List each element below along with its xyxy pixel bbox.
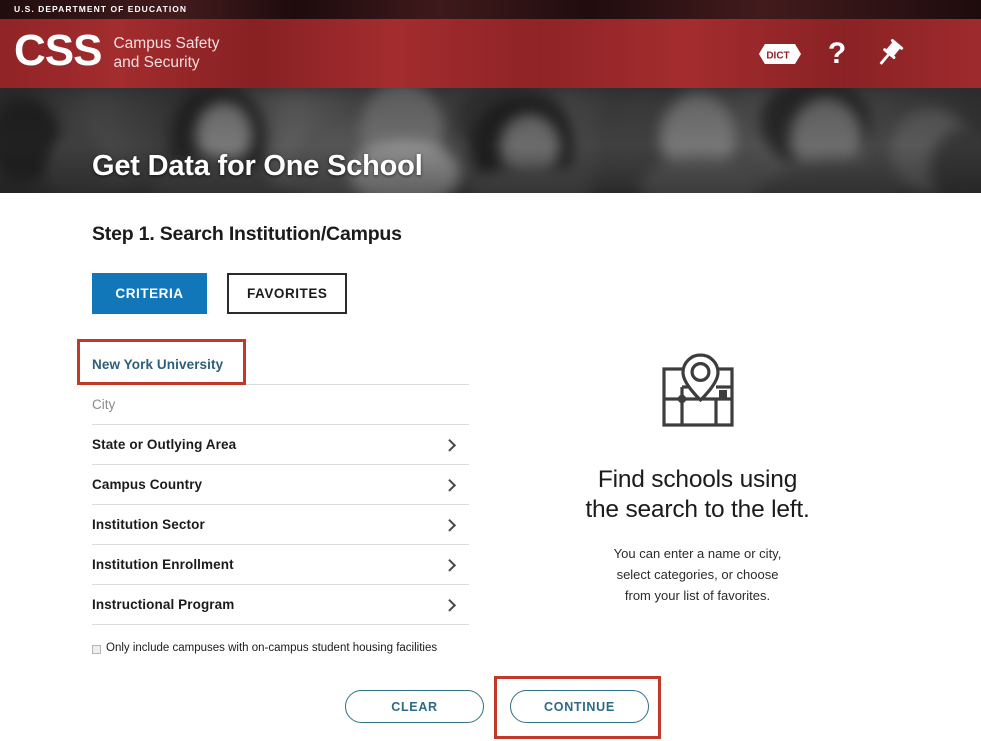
empty-state-panel: Find schools using the search to the lef… <box>530 353 865 606</box>
tab-favorites[interactable]: FAVORITES <box>227 273 347 314</box>
empty-state-subtext-line2: select categories, or choose <box>617 567 779 582</box>
criteria-item-state[interactable]: State or Outlying Area <box>92 425 469 465</box>
search-input-value: New York University <box>92 357 223 372</box>
header-icon-group: DICT ? <box>755 19 963 88</box>
step-heading: Step 1. Search Institution/Campus <box>92 223 402 246</box>
help-icon[interactable]: ? <box>825 39 849 69</box>
criteria-item-label: Campus Country <box>92 477 202 492</box>
chevron-right-icon[interactable] <box>435 465 465 504</box>
brand-tagline: Campus Safety and Security <box>113 34 219 72</box>
city-input-row[interactable]: City <box>92 385 469 425</box>
main-content: Step 1. Search Institution/Campus CRITER… <box>0 193 981 741</box>
menu-icon[interactable] <box>929 43 963 65</box>
site-header: CSS Campus Safety and Security DICT ? <box>0 19 981 88</box>
criteria-item-instructional-program[interactable]: Instructional Program <box>92 585 469 625</box>
brand-tagline-line1: Campus Safety <box>113 35 219 52</box>
empty-state-subtext-line3: from your list of favorites. <box>625 588 770 603</box>
criteria-item-label: State or Outlying Area <box>92 437 236 452</box>
continue-button[interactable]: CONTINUE <box>510 690 649 723</box>
criteria-item-institution-enrollment[interactable]: Institution Enrollment <box>92 545 469 585</box>
brand-tagline-line2: and Security <box>113 54 199 71</box>
chevron-right-icon[interactable] <box>435 505 465 544</box>
agency-label: U.S. DEPARTMENT OF EDUCATION <box>0 0 981 19</box>
hero-banner: Get Data for One School <box>0 88 981 193</box>
empty-state-subtext-line1: You can enter a name or city, <box>614 546 782 561</box>
empty-state-headline-line1: Find schools using <box>598 466 797 493</box>
criteria-item-institution-sector[interactable]: Institution Sector <box>92 505 469 545</box>
map-pin-icon <box>658 353 738 431</box>
criteria-item-label: Institution Enrollment <box>92 557 234 572</box>
search-input-row[interactable]: New York University <box>92 345 469 385</box>
criteria-favorites-tabs: CRITERIA FAVORITES <box>92 273 347 314</box>
empty-state-headline: Find schools using the search to the lef… <box>530 465 865 525</box>
criteria-item-label: Instructional Program <box>92 597 234 612</box>
criteria-item-campus-country[interactable]: Campus Country <box>92 465 469 505</box>
chevron-right-icon[interactable] <box>435 585 465 624</box>
housing-checkbox[interactable] <box>92 645 101 654</box>
brand-acronym: CSS <box>14 28 101 74</box>
housing-checkbox-label: Only include campuses with on-campus stu… <box>106 641 437 656</box>
dict-icon-label: DICT <box>766 50 789 61</box>
pin-icon[interactable] <box>873 38 905 70</box>
city-input-placeholder: City <box>92 397 115 412</box>
empty-state-subtext: You can enter a name or city, select cat… <box>530 543 865 606</box>
tab-criteria[interactable]: CRITERIA <box>92 273 207 314</box>
site-logo[interactable]: CSS Campus Safety and Security <box>14 28 219 74</box>
clear-button[interactable]: CLEAR <box>345 690 484 723</box>
empty-state-headline-line2: the search to the left. <box>585 496 809 523</box>
dict-icon[interactable]: DICT <box>755 41 801 67</box>
form-actions: CLEAR CONTINUE <box>345 690 649 723</box>
housing-checkbox-row[interactable]: Only include campuses with on-campus stu… <box>92 641 452 656</box>
chevron-right-icon[interactable] <box>435 425 465 464</box>
chevron-right-icon[interactable] <box>435 545 465 584</box>
criteria-item-label: Institution Sector <box>92 517 205 532</box>
gov-topbar: U.S. DEPARTMENT OF EDUCATION <box>0 0 981 19</box>
page-title: Get Data for One School <box>92 150 423 183</box>
criteria-list: New York University City State or Outlyi… <box>92 345 469 625</box>
